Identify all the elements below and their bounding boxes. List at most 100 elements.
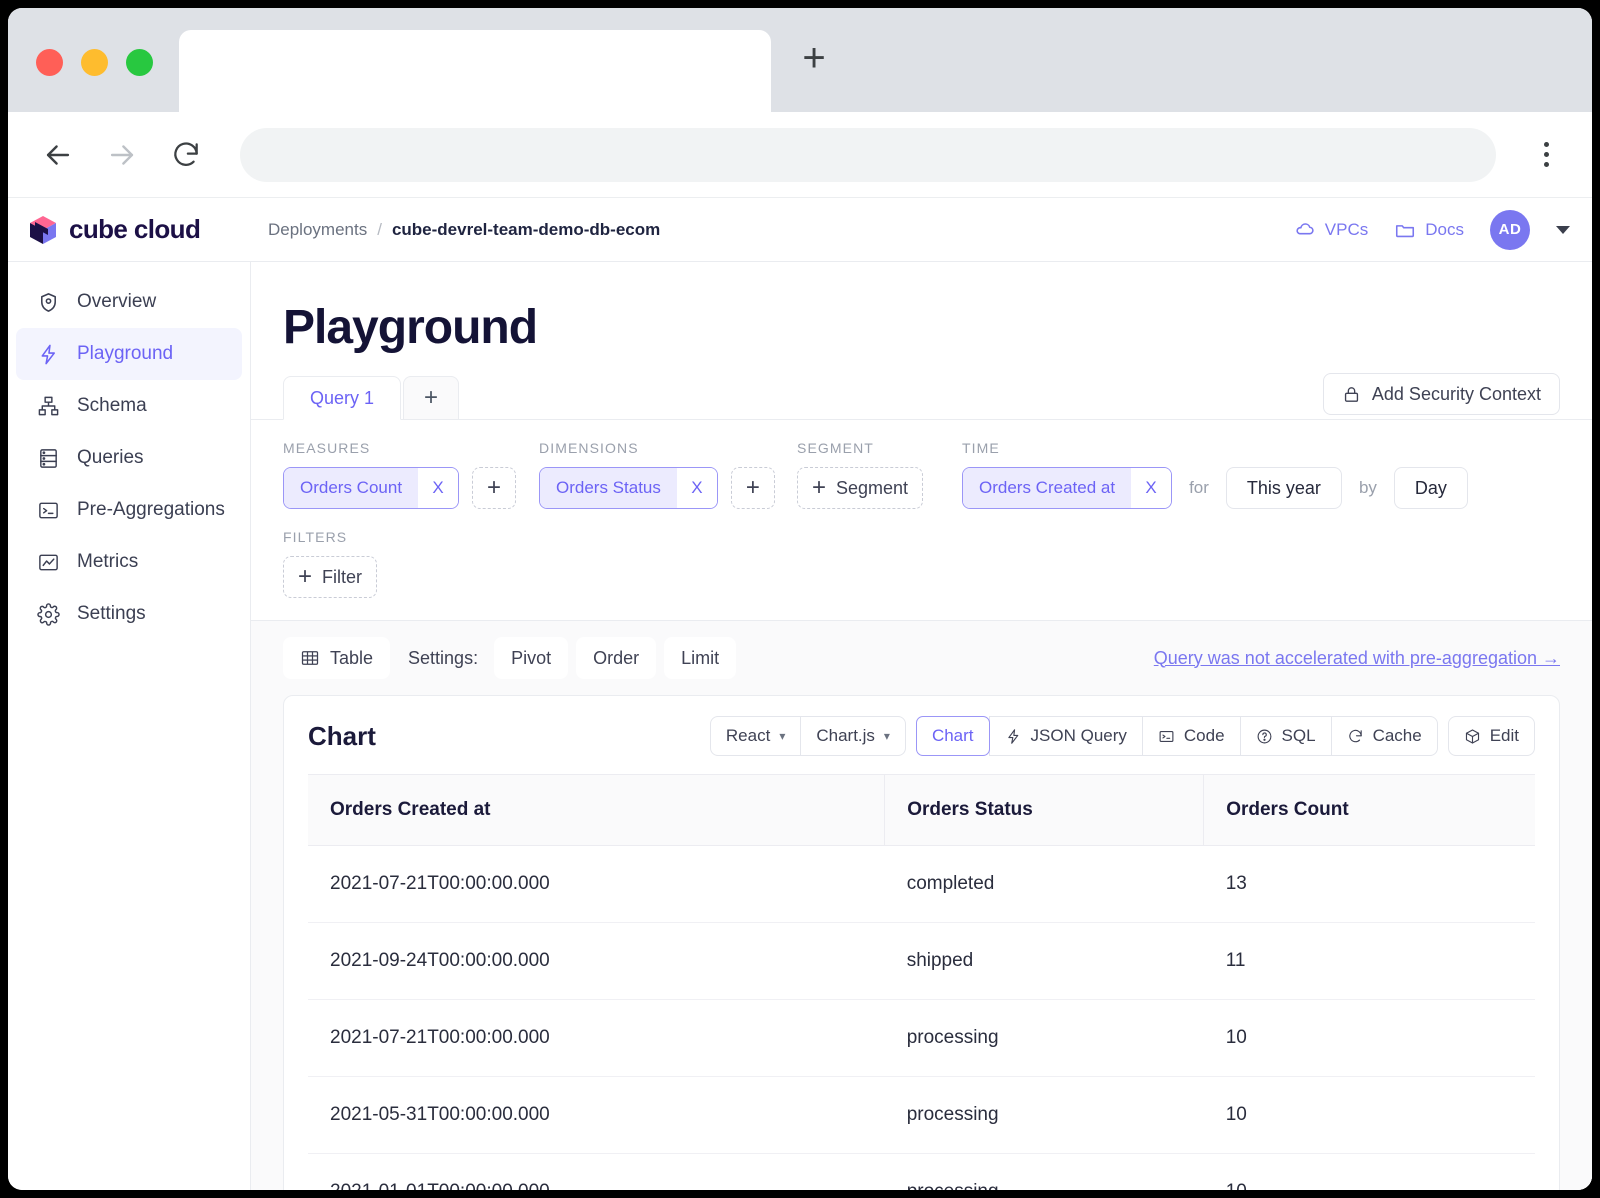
vpcs-link[interactable]: VPCs	[1294, 219, 1368, 241]
filters-group: FILTERS + Filter	[283, 529, 1560, 598]
forward-arrow-icon[interactable]	[96, 129, 148, 181]
dimensions-label: DIMENSIONS	[539, 440, 639, 456]
sidebar-item-playground[interactable]: Playground	[16, 328, 242, 380]
time-label: TIME	[962, 440, 1000, 456]
question-circle-icon	[1257, 729, 1271, 743]
table-row: 2021-07-21T00:00:00.000 completed 13	[308, 845, 1535, 923]
sidebar-item-schema[interactable]: Schema	[16, 380, 242, 432]
reload-icon[interactable]	[160, 129, 212, 181]
cell-status: shipped	[884, 922, 1204, 1000]
tab-chart-label: Chart	[931, 726, 974, 745]
tab-code[interactable]: Code	[1141, 716, 1241, 756]
sidebar-item-settings[interactable]: Settings	[16, 588, 242, 640]
measure-name: Orders Count	[284, 468, 419, 508]
plus-icon: +	[298, 563, 313, 590]
chart-card: Chart React ▾ Chart.js ▾ Chart JSON Quer…	[283, 695, 1560, 1190]
window-controls[interactable]	[8, 49, 175, 112]
maximize-window-button[interactable]	[126, 49, 153, 76]
add-query-tab-button[interactable]: +	[403, 376, 460, 420]
library-select[interactable]: Chart.js ▾	[800, 716, 906, 756]
kebab-menu-icon[interactable]	[1524, 129, 1568, 181]
column-header-orders-created-at[interactable]: Orders Created at	[308, 774, 885, 846]
sidebar-item-label: Schema	[77, 395, 147, 416]
pivot-button[interactable]: Pivot	[494, 637, 569, 679]
view-mode-table-button[interactable]: Table	[283, 637, 391, 679]
results-section: Table Settings: Pivot Order Limit Query …	[251, 620, 1592, 1190]
framework-select[interactable]: React ▾	[709, 716, 802, 756]
back-arrow-icon[interactable]	[32, 129, 84, 181]
tab-edit[interactable]: Edit	[1447, 716, 1535, 756]
tab-json-query[interactable]: JSON Query	[988, 716, 1143, 756]
add-dimension-button[interactable]: +	[730, 467, 775, 509]
database-icon	[36, 446, 60, 470]
framework-value: React	[725, 726, 771, 745]
breadcrumb-deployments[interactable]: Deployments	[268, 220, 367, 240]
browser-tabstrip: +	[8, 8, 1592, 112]
lightning-icon	[1007, 728, 1018, 744]
cell-status: processing	[884, 999, 1204, 1077]
column-header-orders-status[interactable]: Orders Status	[884, 774, 1204, 846]
granularity-select[interactable]: Day	[1393, 467, 1468, 509]
tab-cache-label: Cache	[1372, 726, 1422, 745]
time-dimension-pill-orders-created-at[interactable]: Orders Created at X	[962, 467, 1173, 509]
cloud-icon	[1296, 222, 1314, 234]
browser-tab[interactable]	[179, 30, 771, 112]
view-mode-label: Table	[330, 647, 374, 668]
query-builder-row: MEASURES Orders Count X + DIMENSIONS Ord…	[283, 440, 1560, 509]
line-chart-icon	[36, 550, 60, 574]
pre-aggregation-notice-link[interactable]: Query was not accelerated with pre-aggre…	[1154, 648, 1560, 669]
tab-sql[interactable]: SQL	[1239, 716, 1332, 756]
folder-icon	[1396, 224, 1415, 237]
order-button[interactable]: Order	[576, 637, 657, 679]
add-measure-button[interactable]: +	[472, 467, 517, 509]
chevron-down-icon[interactable]	[1556, 225, 1570, 234]
add-segment-button[interactable]: + Segment	[797, 467, 924, 509]
tab-code-label: Code	[1183, 726, 1225, 745]
url-input[interactable]	[240, 127, 1496, 182]
table-row: 2021-07-21T00:00:00.000 processing 10	[308, 999, 1535, 1077]
breadcrumb-current[interactable]: cube-devrel-team-demo-db-ecom	[392, 220, 660, 240]
new-tab-button[interactable]: +	[771, 30, 857, 112]
measure-pill-orders-count[interactable]: Orders Count X	[283, 467, 460, 509]
sidebar-item-overview[interactable]: Overview	[16, 276, 242, 328]
sidebar-item-label: Metrics	[77, 551, 139, 572]
docs-link[interactable]: Docs	[1394, 219, 1464, 241]
add-filter-button[interactable]: + Filter	[283, 556, 378, 598]
table-header-row: Orders Created at Orders Status Orders C…	[308, 774, 1535, 846]
cell-created-at: 2021-07-21T00:00:00.000	[308, 845, 885, 923]
main-content: Playground Query 1 + Add Security Contex…	[251, 262, 1592, 1190]
close-window-button[interactable]	[36, 49, 63, 76]
tab-chart[interactable]: Chart	[915, 716, 990, 756]
tab-cache[interactable]: Cache	[1330, 716, 1438, 756]
cell-created-at: 2021-07-21T00:00:00.000	[308, 999, 885, 1077]
vpcs-label: VPCs	[1324, 219, 1369, 239]
sidebar-item-pre-aggregations[interactable]: Pre-Aggregations	[16, 484, 242, 536]
limit-button[interactable]: Limit	[664, 637, 737, 679]
remove-measure-icon[interactable]: X	[418, 468, 459, 508]
cell-created-at: 2021-09-24T00:00:00.000	[308, 922, 885, 1000]
add-security-context-button[interactable]: Add Security Context	[1322, 373, 1560, 415]
column-header-orders-count[interactable]: Orders Count	[1203, 774, 1535, 846]
date-range-select[interactable]: This year	[1225, 467, 1342, 509]
settings-label: Settings:	[408, 647, 479, 668]
sidebar-item-metrics[interactable]: Metrics	[16, 536, 242, 588]
cube-logo-icon	[30, 215, 56, 244]
minimize-window-button[interactable]	[81, 49, 108, 76]
browser-window: + cube cloud Deployments / cube-devrel-t…	[8, 8, 1592, 1190]
query-tab-1[interactable]: Query 1	[283, 376, 402, 420]
app-body: Overview Playground Schema Queries Pre-A…	[8, 262, 1592, 1190]
plus-icon: +	[812, 474, 827, 501]
browser-navbar	[8, 112, 1592, 198]
sidebar-item-label: Overview	[77, 291, 157, 312]
remove-time-dimension-icon[interactable]: X	[1131, 468, 1172, 508]
sidebar-item-queries[interactable]: Queries	[16, 432, 242, 484]
dimension-pill-orders-status[interactable]: Orders Status X	[539, 467, 718, 509]
app-header: cube cloud Deployments / cube-devrel-tea…	[8, 198, 1592, 262]
cube-cloud-logo[interactable]: cube cloud	[26, 213, 268, 247]
gear-icon	[36, 602, 60, 626]
sidebar-item-label: Pre-Aggregations	[77, 499, 225, 520]
avatar[interactable]: AD	[1490, 209, 1530, 250]
remove-dimension-icon[interactable]: X	[676, 468, 717, 508]
filters-label: FILTERS	[283, 529, 348, 545]
sidebar-item-label: Settings	[77, 603, 146, 624]
